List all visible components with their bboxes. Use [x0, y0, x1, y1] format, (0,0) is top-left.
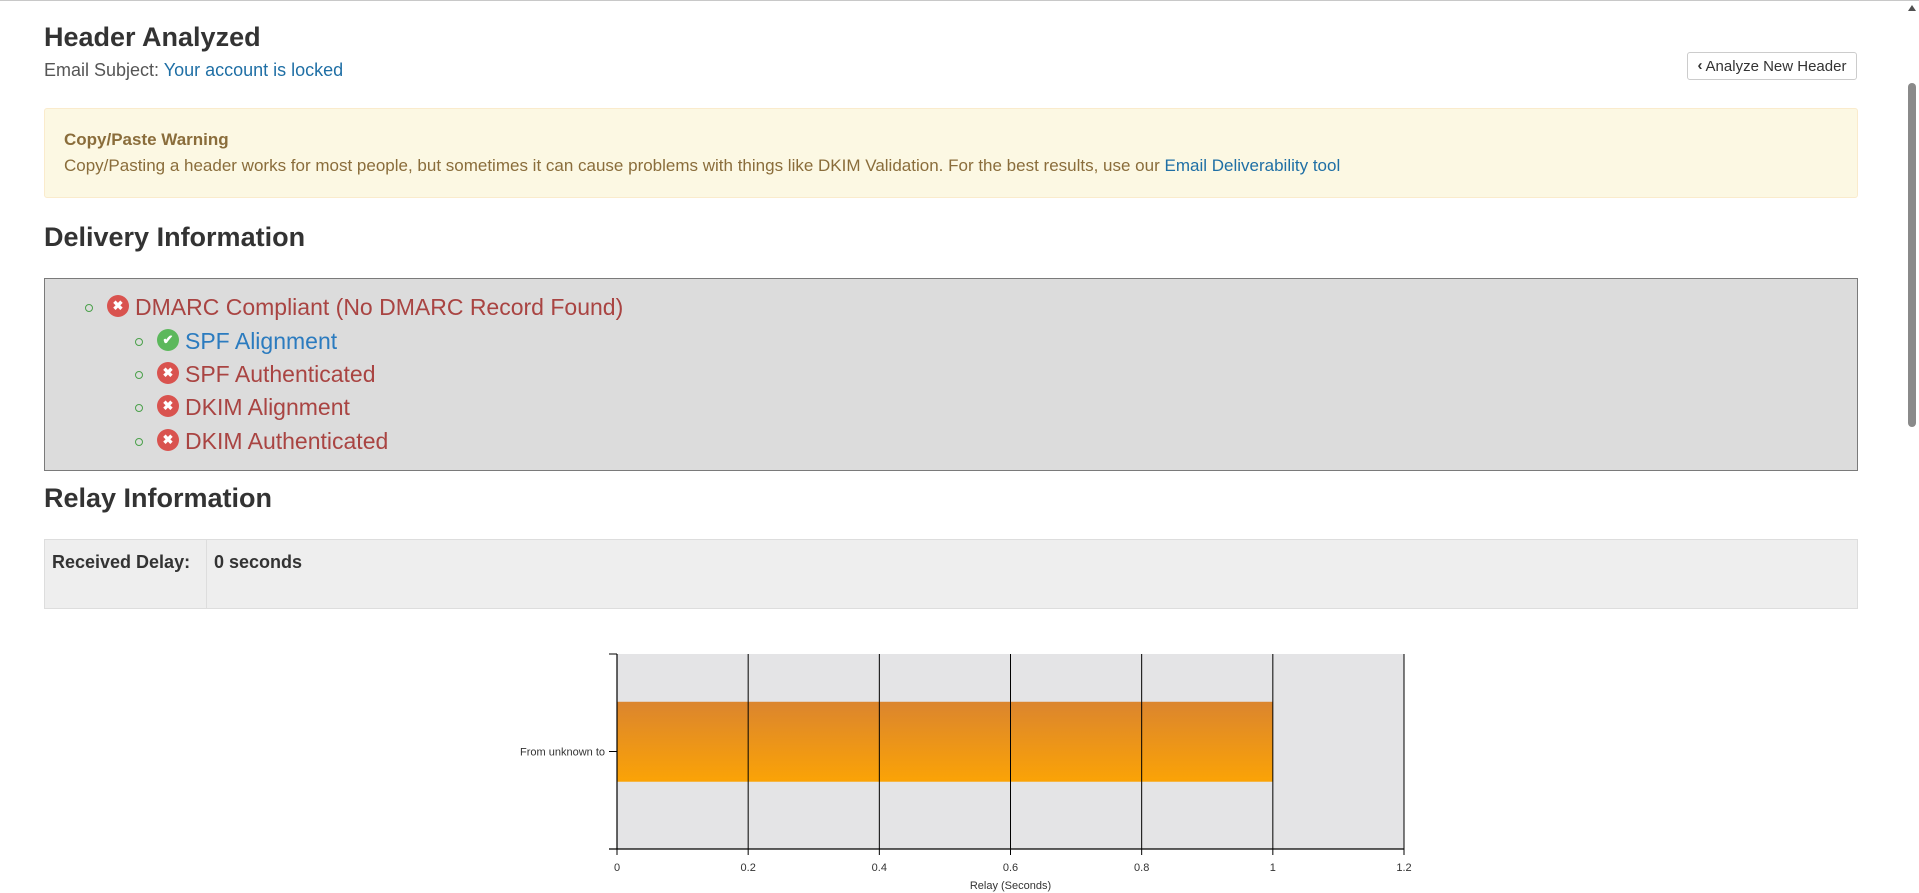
relay-information-title: Relay Information — [44, 483, 273, 513]
delivery-check-label: SPF Authenticated — [185, 361, 376, 387]
chart-category-label: From unknown to — [520, 747, 605, 759]
email-subject-value: Your account is locked — [163, 60, 344, 80]
received-delay-value: 0 seconds — [214, 552, 303, 572]
page-title: Header Analyzed — [44, 22, 261, 52]
chart-x-tick-label: 1.2 — [1396, 862, 1411, 874]
analyze-new-header-label: Analyze New Header — [1705, 57, 1847, 75]
chart-x-tick-label: 0.6 — [1003, 862, 1018, 874]
scrollbar[interactable] — [1905, 1, 1919, 893]
warning-title: Copy/Paste Warning — [64, 130, 229, 149]
delivery-check-label: DKIM Authenticated — [185, 428, 389, 454]
list-bullet — [85, 303, 93, 312]
email-subject-label: Email Subject: — [44, 60, 160, 80]
times-circle-icon: ✖ — [107, 294, 129, 317]
received-delay-label: Received Delay: — [45, 540, 207, 608]
times-circle-icon: ✖ — [157, 361, 179, 384]
delivery-check-item: ✖ DKIM Authenticated — [135, 428, 388, 455]
scroll-up-arrow-icon[interactable] — [1908, 5, 1916, 11]
chart-x-tick-label: 0.2 — [741, 862, 756, 874]
delivery-check-item: ✔ SPF Alignment — [135, 328, 337, 355]
warning-text: Copy/Pasting a header works for most peo… — [64, 156, 1160, 175]
chart-x-tick-label: 0.4 — [872, 862, 887, 874]
chart-bar — [617, 701, 1273, 782]
chart-x-tick-label: 0.8 — [1134, 862, 1149, 874]
analyze-new-header-button[interactable]: ‹ Analyze New Header — [1687, 52, 1857, 80]
scrollbar-thumb[interactable] — [1908, 83, 1916, 427]
chevron-left-icon: ‹ — [1697, 56, 1703, 74]
delivery-check-label: SPF Alignment — [185, 328, 338, 354]
delivery-information-title: Delivery Information — [44, 222, 306, 252]
list-bullet — [135, 437, 143, 446]
relay-chart: From unknown to 0 0.2 0.4 0.6 0.8 1 1.2 Relay (S… — [520, 653, 1412, 892]
email-deliverability-tool-link[interactable]: Email Deliverability tool — [1165, 156, 1341, 175]
chart-x-axis-label: Relay (Seconds) — [970, 880, 1051, 892]
delivery-check-label: DKIM Alignment — [185, 394, 350, 420]
chart-x-tick-label: 0 — [614, 862, 620, 874]
delivery-information-box: ✖ DMARC Compliant (No DMARC Record Found)… — [44, 278, 1858, 471]
list-bullet — [135, 403, 143, 412]
times-circle-icon: ✖ — [157, 428, 179, 451]
chart-x-tick-label: 1 — [1270, 862, 1276, 874]
delivery-check-item: ✖ DKIM Alignment — [135, 394, 350, 421]
relay-table: Received Delay: 0 seconds — [44, 539, 1858, 609]
check-circle-icon: ✔ — [157, 328, 179, 351]
email-subject: Email Subject: Your account is locked — [44, 60, 343, 81]
list-bullet — [135, 337, 143, 346]
delivery-check-item: ✖ SPF Authenticated — [135, 361, 376, 388]
delivery-check-label: DMARC Compliant (No DMARC Record Found) — [135, 294, 624, 320]
delivery-check-item: ✖ DMARC Compliant (No DMARC Record Found) — [85, 294, 623, 321]
times-circle-icon: ✖ — [157, 394, 179, 417]
copy-paste-warning: Copy/Paste Warning Copy/Pasting a header… — [44, 108, 1858, 198]
top-border — [0, 0, 1919, 1]
list-bullet — [135, 370, 143, 379]
warning-text-row: Copy/Pasting a header works for most peo… — [64, 156, 1838, 176]
